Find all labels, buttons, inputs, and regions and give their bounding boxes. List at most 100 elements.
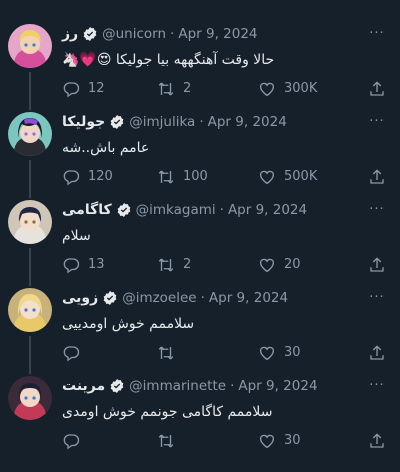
like-icon xyxy=(259,258,275,273)
like-icon xyxy=(259,434,275,449)
share-button[interactable] xyxy=(368,167,394,187)
more-options-icon[interactable]: ··· xyxy=(368,114,386,130)
like-button[interactable]: 500K xyxy=(258,167,317,187)
thread-line xyxy=(29,248,31,286)
verified-badge-icon xyxy=(110,379,124,393)
reply-count: 120 xyxy=(88,169,113,184)
reply-button[interactable]: 13 xyxy=(62,255,105,275)
reply-icon xyxy=(63,82,80,98)
share-icon xyxy=(370,81,384,96)
more-options-icon[interactable]: ··· xyxy=(368,378,386,394)
retweet-button[interactable] xyxy=(157,431,183,451)
reply-icon xyxy=(63,170,80,186)
tweet-date[interactable]: Apr 9, 2024 xyxy=(238,376,317,396)
tweet-actions: 13 2 20 xyxy=(62,255,390,275)
tweet-header: جولیکا @imjulika · Apr 9, 2024 xyxy=(62,112,370,132)
tweet-actions: 120 100 500K xyxy=(62,167,390,187)
avatar[interactable] xyxy=(8,24,52,68)
display-name[interactable]: کاگامی xyxy=(62,200,112,220)
more-options-icon[interactable]: ··· xyxy=(368,26,386,42)
tweet-actions: 30 xyxy=(62,431,390,451)
reply-button[interactable]: 120 xyxy=(62,167,113,187)
tweet-text: سلاممم کاگامی جونمم خوش اومدی xyxy=(62,404,273,420)
like-icon xyxy=(259,346,275,361)
display-name[interactable]: رز xyxy=(62,24,78,44)
user-handle[interactable]: @imzoelee xyxy=(122,288,196,308)
like-count: 20 xyxy=(284,257,301,272)
tweet-thread: رز @unicorn · Apr 9, 2024 ··· حالا وقت آ… xyxy=(0,0,400,472)
share-button[interactable] xyxy=(368,343,394,363)
display-name[interactable]: زویی xyxy=(62,288,98,308)
verified-badge-icon xyxy=(117,203,130,217)
separator: · xyxy=(219,202,224,218)
tweet-header: مرینت @immarinette · Apr 9, 2024 xyxy=(62,376,370,396)
like-button[interactable]: 300K xyxy=(258,79,317,99)
reply-button[interactable] xyxy=(62,431,88,451)
separator: · xyxy=(170,26,175,42)
tweet-header: زویی @imzoelee · Apr 9, 2024 xyxy=(62,288,370,308)
verified-badge-icon xyxy=(83,27,97,41)
like-button[interactable]: 30 xyxy=(258,343,301,363)
thread-line xyxy=(29,72,31,110)
tweet-text: سلام xyxy=(62,228,91,244)
retweet-button[interactable]: 2 xyxy=(157,255,191,275)
tweet-actions: 30 xyxy=(62,343,390,363)
tweet-date[interactable]: Apr 9, 2024 xyxy=(208,112,287,132)
thread-line xyxy=(29,336,31,374)
user-handle[interactable]: @unicorn xyxy=(102,24,166,44)
reply-icon xyxy=(63,346,80,362)
like-icon xyxy=(259,82,275,97)
tweet-header: رز @unicorn · Apr 9, 2024 xyxy=(62,24,370,44)
more-options-icon[interactable]: ··· xyxy=(368,290,386,306)
avatar[interactable] xyxy=(8,288,52,332)
reply-button[interactable]: 12 xyxy=(62,79,105,99)
share-button[interactable] xyxy=(368,255,394,275)
retweet-button[interactable] xyxy=(157,343,183,363)
more-options-icon[interactable]: ··· xyxy=(368,202,386,218)
user-handle[interactable]: @immarinette xyxy=(129,376,226,396)
retweet-icon xyxy=(158,346,174,360)
like-count: 30 xyxy=(284,433,301,448)
retweet-button[interactable]: 2 xyxy=(157,79,191,99)
retweet-count: 100 xyxy=(183,169,208,184)
avatar[interactable] xyxy=(8,376,52,420)
retweet-button[interactable]: 100 xyxy=(157,167,208,187)
like-count: 500K xyxy=(284,169,318,184)
display-name[interactable]: جولیکا xyxy=(62,112,105,132)
share-button[interactable] xyxy=(368,431,394,451)
retweet-count: 2 xyxy=(183,257,192,272)
share-button[interactable] xyxy=(368,79,394,99)
retweet-icon xyxy=(158,170,174,184)
tweet-actions: 12 2 300K xyxy=(62,79,390,99)
user-handle[interactable]: @imkagami xyxy=(136,200,216,220)
avatar[interactable] xyxy=(8,200,52,244)
tweet-date[interactable]: Apr 9, 2024 xyxy=(178,24,257,44)
reply-button[interactable] xyxy=(62,343,88,363)
avatar[interactable] xyxy=(8,112,52,156)
tweet-date[interactable]: Apr 9, 2024 xyxy=(228,200,307,220)
user-handle[interactable]: @imjulika xyxy=(129,112,195,132)
verified-badge-icon xyxy=(103,291,117,305)
share-icon xyxy=(370,433,384,448)
reply-icon xyxy=(63,258,80,274)
tweet-text: سلاممم خوش اومدییی xyxy=(62,316,195,332)
tweet-header: کاگامی @imkagami · Apr 9, 2024 xyxy=(62,200,370,220)
tweet-date[interactable]: Apr 9, 2024 xyxy=(209,288,288,308)
verified-badge-icon xyxy=(110,115,124,129)
tweet-text: عامم باش..شه xyxy=(62,140,150,156)
retweet-icon xyxy=(158,434,174,448)
display-name[interactable]: مرینت xyxy=(62,376,105,396)
share-icon xyxy=(370,345,384,360)
reply-icon xyxy=(63,434,80,450)
thread-line xyxy=(29,160,31,198)
like-count: 300K xyxy=(284,81,318,96)
like-button[interactable]: 30 xyxy=(258,431,301,451)
like-icon xyxy=(259,170,275,185)
retweet-icon xyxy=(158,258,174,272)
separator: · xyxy=(200,290,205,306)
retweet-count: 2 xyxy=(183,81,192,96)
tweet-text: حالا وقت آهنگههه بیا جولیکا 😍💗🦄 xyxy=(62,52,275,68)
like-count: 30 xyxy=(284,345,301,360)
like-button[interactable]: 20 xyxy=(258,255,301,275)
retweet-icon xyxy=(158,82,174,96)
